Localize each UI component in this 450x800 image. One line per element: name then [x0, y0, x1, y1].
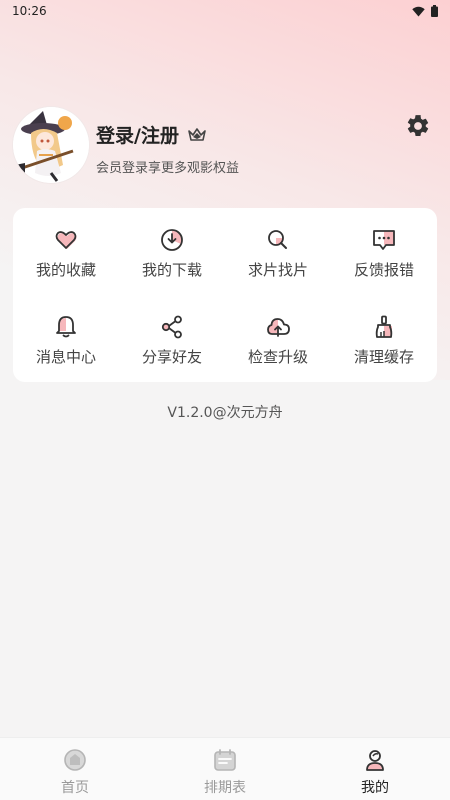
- login-register-button[interactable]: 登录/注册: [96, 121, 207, 148]
- menu-item-feedback[interactable]: 反馈报错: [331, 208, 437, 295]
- wifi-icon: [412, 6, 425, 16]
- avatar-illustration: [13, 107, 89, 183]
- gear-icon[interactable]: [405, 113, 431, 139]
- menu-item-label: 我的收藏: [35, 261, 96, 279]
- status-bar: 10:26: [0, 0, 450, 22]
- login-register-label: 登录/注册: [96, 125, 179, 147]
- menu-item-label: 求片找片: [247, 261, 308, 279]
- menu-item-label: 我的下载: [141, 261, 202, 279]
- tab-mine[interactable]: 我的: [300, 738, 450, 800]
- menu-item-request[interactable]: 求片找片: [225, 208, 331, 295]
- tab-schedule[interactable]: 排期表: [150, 738, 300, 800]
- menu-item-update[interactable]: 检查升级: [225, 295, 331, 382]
- share-icon: [161, 315, 182, 339]
- menu-item-label: 检查升级: [247, 348, 308, 366]
- tab-label: 排期表: [204, 780, 246, 796]
- version-text: V1.2.0@次元方舟: [167, 405, 283, 421]
- cloud-upload-icon: [267, 318, 290, 337]
- feedback-icon: [373, 230, 395, 250]
- user-icon: [366, 750, 384, 771]
- home-icon: [64, 749, 86, 771]
- tab-label: 首页: [61, 780, 89, 796]
- menu-card: 我的收藏 我的下载 求片找片 反馈报错 消息中心 分享好友 检查升级 清理缓存: [13, 208, 437, 382]
- bell-icon: [56, 316, 76, 338]
- heart-icon: [55, 231, 77, 249]
- menu-item-share[interactable]: 分享好友: [119, 295, 225, 382]
- status-time: 10:26: [12, 4, 47, 18]
- menu-item-favorites[interactable]: 我的收藏: [13, 208, 119, 295]
- menu-item-messages[interactable]: 消息中心: [13, 295, 119, 382]
- search-icon: [268, 230, 287, 249]
- login-subtitle: 会员登录享更多观影权益: [96, 161, 240, 176]
- tab-label: 我的: [361, 780, 389, 796]
- avatar[interactable]: [13, 107, 89, 183]
- menu-item-label: 反馈报错: [353, 261, 414, 279]
- menu-item-label: 消息中心: [35, 348, 96, 366]
- broom-icon: [375, 315, 393, 338]
- menu-item-label: 分享好友: [141, 348, 202, 366]
- menu-item-label: 清理缓存: [353, 348, 414, 366]
- tab-home[interactable]: 首页: [0, 738, 150, 800]
- menu-item-downloads[interactable]: 我的下载: [119, 208, 225, 295]
- battery-icon: [431, 5, 438, 17]
- crown-icon: [188, 127, 206, 141]
- download-icon: [161, 229, 183, 251]
- menu-item-clear-cache[interactable]: 清理缓存: [331, 295, 437, 382]
- bottom-tab-bar: 首页 排期表 我的: [0, 737, 450, 800]
- calendar-icon: [214, 749, 236, 771]
- profile-header: 登录/注册 会员登录享更多观影权益: [13, 107, 437, 185]
